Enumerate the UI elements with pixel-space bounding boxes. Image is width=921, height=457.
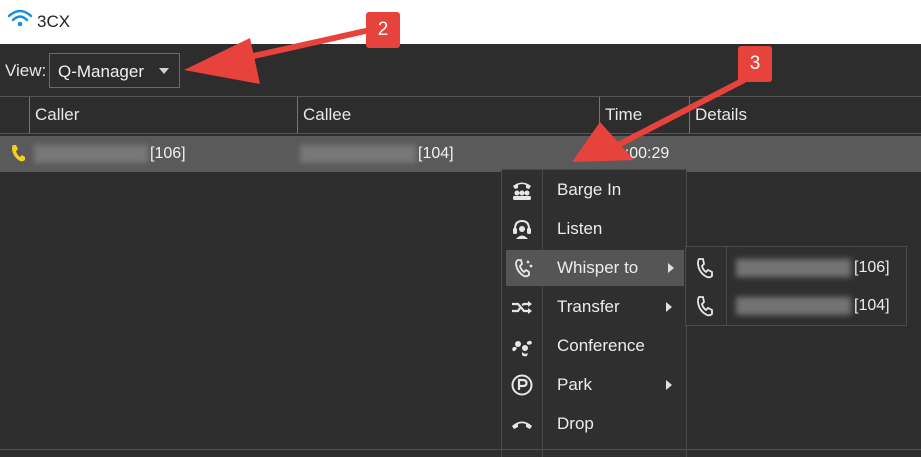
menu-item-barge-in[interactable]: Barge In xyxy=(502,172,686,208)
menu-item-drop[interactable]: Drop xyxy=(502,406,686,442)
phone-ringing-icon xyxy=(12,145,25,162)
caller-extension: [106] xyxy=(150,145,186,162)
menu-item-label: Conference xyxy=(557,336,645,355)
contact-name-blurred xyxy=(736,297,851,315)
headset-icon xyxy=(513,219,531,239)
toolbar: View: Q-Manager xyxy=(0,44,921,96)
submenu-arrow-icon xyxy=(666,302,672,312)
whisper-target-label: [106] xyxy=(854,259,890,276)
menu-item-conference[interactable]: Conference xyxy=(502,328,686,364)
submenu-arrow-icon xyxy=(668,263,674,273)
view-label: View: xyxy=(5,61,47,80)
callee-extension: [104] xyxy=(418,145,454,162)
divider xyxy=(0,449,921,450)
menu-item-transfer[interactable]: Transfer xyxy=(502,289,686,325)
callee-name-blurred xyxy=(300,145,416,163)
annotation-badge-2: 2 xyxy=(366,12,400,48)
context-menu: Barge In Listen Whisper to Transfer Conf… xyxy=(501,169,687,457)
whisper-submenu: [106] [104] xyxy=(685,246,907,326)
whisper-icon xyxy=(515,259,533,278)
contact-name-blurred xyxy=(736,259,851,277)
conference-icon xyxy=(512,340,532,357)
annotation-badge-3: 3 xyxy=(738,46,772,82)
column-header-caller[interactable]: Caller xyxy=(29,97,298,133)
menu-item-label: Transfer xyxy=(557,297,620,316)
whisper-target-106[interactable]: [106] xyxy=(686,249,906,287)
whisper-target-104[interactable]: [104] xyxy=(686,287,906,325)
column-header-time[interactable]: Time xyxy=(599,97,689,133)
phone-icon xyxy=(697,258,713,279)
menu-item-label: Listen xyxy=(557,219,603,238)
wifi-icon xyxy=(7,9,33,27)
park-icon xyxy=(511,374,533,396)
menu-item-label: Whisper to xyxy=(557,258,639,277)
phone-icon xyxy=(697,296,713,317)
window-title: 3CX xyxy=(37,12,71,31)
view-select-value: Q-Manager xyxy=(58,62,144,81)
transfer-icon xyxy=(512,301,532,314)
column-header-details[interactable]: Details xyxy=(689,97,921,133)
table-header: Caller Callee Time Details xyxy=(0,96,921,134)
menu-item-listen[interactable]: Listen xyxy=(502,211,686,247)
barge-in-icon xyxy=(513,182,531,200)
table-row[interactable]: [106] [104] 00:00:29 xyxy=(0,136,921,172)
column-header-callee[interactable]: Callee xyxy=(297,97,599,133)
whisper-target-label: [104] xyxy=(854,297,890,314)
chevron-down-icon[interactable] xyxy=(159,68,169,74)
call-duration: 00:00:29 xyxy=(607,145,670,162)
submenu-arrow-icon xyxy=(666,380,672,390)
view-select[interactable]: Q-Manager xyxy=(49,53,180,88)
hangup-icon xyxy=(512,421,532,429)
menu-item-label: Barge In xyxy=(557,180,622,199)
menu-item-whisper-to[interactable]: Whisper to xyxy=(506,250,684,286)
caller-name-blurred xyxy=(34,145,148,163)
menu-item-park[interactable]: Park xyxy=(502,367,686,403)
title-bar: 3CX xyxy=(0,0,921,44)
menu-item-label: Park xyxy=(557,375,592,394)
menu-item-label: Drop xyxy=(557,414,594,433)
